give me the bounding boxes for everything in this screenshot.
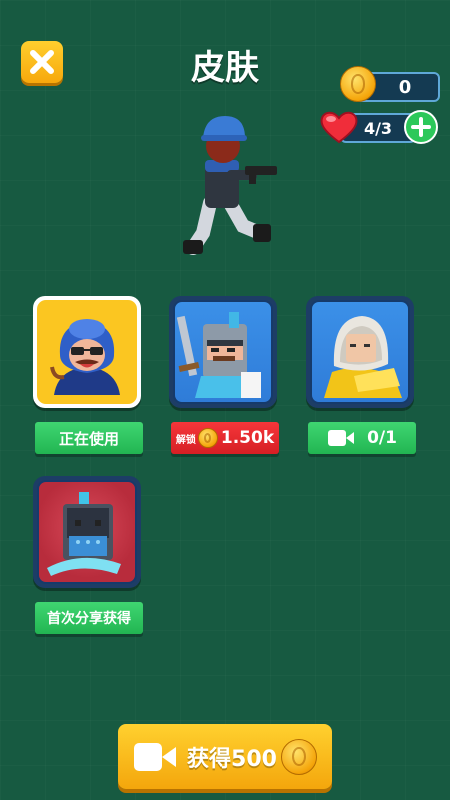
share-unlock-label: 首次分享获得 [47,611,131,627]
skin-card-robot[interactable] [33,476,141,588]
skin-status-tag-in-use: 正在使用 [35,422,143,454]
soldier-portrait-icon [50,319,120,395]
plus-icon [411,117,431,137]
robot-portrait-icon [47,492,121,576]
coin-count: 0 [398,76,412,98]
knight-portrait-icon [177,312,261,398]
unlock-price: 1.50k [220,428,275,448]
coin-icon [340,66,376,102]
add-lives-button[interactable] [404,110,438,144]
coin-icon [197,428,218,448]
share-unlock-button[interactable]: 首次分享获得 [35,602,143,634]
get-button-label: 获得500 [187,746,277,772]
ad-progress: 0/1 [367,428,397,448]
skin-card-hooded[interactable] [306,296,414,408]
skin-card-knight[interactable] [169,296,277,408]
video-camera-icon [328,430,355,446]
unlock-label: 解锁 [175,434,196,446]
video-camera-icon [134,742,177,771]
character-preview [183,116,277,255]
skin-card-soldier[interactable] [33,296,141,408]
hooded-portrait-icon [324,316,402,398]
lives-count: 4/3 [363,118,393,138]
watch-ad-unlock-button[interactable]: 0/1 [308,422,416,454]
unlock-skin-button[interactable]: 解锁 1.50k [171,422,279,454]
coin-icon [280,738,317,775]
get-500-coins-button[interactable]: 获得500 [118,724,332,789]
heart-icon [320,111,358,144]
